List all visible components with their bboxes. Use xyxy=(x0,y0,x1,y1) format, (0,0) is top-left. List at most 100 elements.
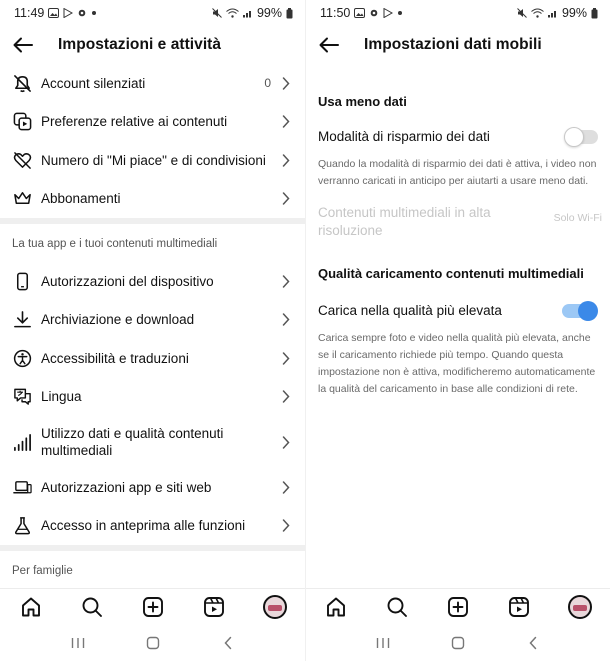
settings-item-label: Preferenze relative ai contenuti xyxy=(41,114,228,130)
tab-home[interactable] xyxy=(18,594,44,620)
play-store-icon xyxy=(63,8,74,18)
muted-bell-icon xyxy=(12,73,32,93)
laptop-icon xyxy=(12,477,32,497)
status-time: 11:49 xyxy=(14,6,45,20)
chevron-right-icon xyxy=(281,313,291,327)
settings-item-utilizzo-dati[interactable]: Utilizzo dati e qualità contenuti multim… xyxy=(0,416,305,468)
hi-res-media-row[interactable]: Contenuti multimediali in alta risoluzio… xyxy=(306,204,610,240)
settings-item-abbonamenti[interactable]: Abbonamenti xyxy=(0,180,305,219)
settings-item-label: Lingua xyxy=(41,389,82,405)
plus-square-icon xyxy=(448,596,468,617)
cell-signal-icon xyxy=(547,11,556,18)
mute-icon xyxy=(212,8,222,18)
gallery-icon xyxy=(48,8,60,18)
upload-hq-row[interactable]: Carica nella qualità più elevata xyxy=(306,300,610,321)
reels-icon xyxy=(203,596,224,617)
settings-item-label: Autorizzazioni app e siti web xyxy=(41,479,212,495)
settings-item-accessibilita[interactable]: Accessibilità e traduzioni xyxy=(0,339,305,378)
hi-res-media-label: Contenuti multimediali in alta risoluzio… xyxy=(318,205,491,238)
heart-slash-icon xyxy=(12,150,32,170)
settings-item-anteprima-funzioni[interactable]: Accesso in anteprima alle funzioni xyxy=(0,507,305,546)
back-button[interactable] xyxy=(12,34,34,56)
chevron-right-icon xyxy=(281,192,291,206)
chevron-right-icon xyxy=(281,115,291,129)
reels-icon xyxy=(508,596,529,617)
settings-item-autorizzazioni-dispositivo[interactable]: Autorizzazioni del dispositivo xyxy=(0,262,305,301)
chevron-right-icon xyxy=(281,76,291,90)
back-button[interactable] xyxy=(318,34,340,56)
data-saver-description: Quando la modalità di risparmio dei dati… xyxy=(318,158,597,187)
home-square-icon xyxy=(451,636,465,649)
settings-item-lingua[interactable]: Lingua xyxy=(0,378,305,417)
chevron-right-icon xyxy=(281,519,291,533)
status-bar: 11:49 99% xyxy=(0,0,305,26)
settings-item-autorizzazioni-app[interactable]: Autorizzazioni app e siti web xyxy=(0,468,305,507)
search-icon xyxy=(387,597,408,617)
settings-item-label: Autorizzazioni del dispositivo xyxy=(41,273,214,289)
avatar xyxy=(567,594,592,619)
chevron-left-icon xyxy=(529,636,536,649)
accessibility-icon xyxy=(12,348,32,368)
back-system-button[interactable] xyxy=(216,631,240,655)
recent-apps-button[interactable] xyxy=(66,631,90,655)
settings-item-label: Accessibilità e traduzioni xyxy=(41,350,189,366)
chevron-right-icon xyxy=(281,390,291,404)
status-time: 11:50 xyxy=(320,6,351,20)
chevron-left-icon xyxy=(223,636,231,649)
battery-percent: 99% xyxy=(256,6,282,20)
search-icon xyxy=(82,597,102,617)
tab-create[interactable] xyxy=(140,594,166,620)
wifi-icon xyxy=(531,8,544,18)
top-app-bar: Impostazioni dati mobili xyxy=(306,26,610,64)
data-saver-toggle[interactable] xyxy=(564,126,598,147)
screenshot-pair: 11:49 99% Impostazioni e attività Accoun… xyxy=(0,0,610,661)
upload-hq-description: Carica sempre foto e video nella qualità… xyxy=(318,332,596,395)
dot-icon xyxy=(398,11,403,15)
tab-profile[interactable] xyxy=(262,594,288,620)
settings-item-label: Abbonamenti xyxy=(41,191,121,207)
section-label-family: Per famiglie xyxy=(12,564,73,577)
back-arrow-icon xyxy=(319,37,339,53)
home-icon xyxy=(327,597,346,616)
chevron-right-icon xyxy=(281,153,291,167)
tab-reels[interactable] xyxy=(506,594,532,620)
settings-item-label: Archiviazione e download xyxy=(41,312,195,328)
upload-hq-toggle[interactable] xyxy=(562,300,598,321)
home-system-button[interactable] xyxy=(141,631,165,655)
phone-left: 11:49 99% Impostazioni e attività Accoun… xyxy=(0,0,305,661)
gallery-icon xyxy=(354,8,366,18)
home-square-icon xyxy=(146,636,159,649)
signal-bars-icon xyxy=(12,432,32,452)
home-icon xyxy=(21,597,40,616)
back-system-button[interactable] xyxy=(521,631,545,655)
settings-item-preferenze-contenuti[interactable]: Preferenze relative ai contenuti xyxy=(0,103,305,142)
data-saver-row[interactable]: Modalità di risparmio dei dati xyxy=(306,126,610,147)
toggle-knob xyxy=(578,300,598,321)
bottom-tab-bar xyxy=(306,588,610,624)
language-icon xyxy=(12,387,32,407)
gear-icon xyxy=(371,9,378,17)
chevron-right-icon xyxy=(281,480,291,494)
settings-item-archiviazione[interactable]: Archiviazione e download xyxy=(0,301,305,340)
battery-icon xyxy=(286,7,293,18)
settings-item-numero-mi-piace[interactable]: Numero di "Mi piace" e di condivisioni xyxy=(0,141,305,180)
mute-icon xyxy=(517,8,527,18)
play-store-icon xyxy=(383,8,394,18)
tab-reels[interactable] xyxy=(201,594,227,620)
section-label-app: La tua app e i tuoi contenuti multimedia… xyxy=(12,237,218,250)
top-app-bar: Impostazioni e attività xyxy=(0,26,305,64)
bottom-tab-bar xyxy=(0,588,305,624)
page-title: Impostazioni dati mobili xyxy=(364,36,542,53)
tab-search[interactable] xyxy=(79,594,105,620)
tab-profile[interactable] xyxy=(567,594,593,620)
home-system-button[interactable] xyxy=(446,631,470,655)
tab-home[interactable] xyxy=(323,594,349,620)
settings-item-label: Account silenziati xyxy=(41,75,146,91)
tab-search[interactable] xyxy=(384,594,410,620)
recent-apps-button[interactable] xyxy=(371,631,395,655)
section-title-use-less-data: Usa meno dati xyxy=(318,94,407,109)
settings-item-account-silenziati[interactable]: Account silenziati 0 xyxy=(0,64,305,103)
tab-create[interactable] xyxy=(445,594,471,620)
chevron-right-icon xyxy=(281,274,291,288)
system-nav-bar xyxy=(306,624,610,661)
